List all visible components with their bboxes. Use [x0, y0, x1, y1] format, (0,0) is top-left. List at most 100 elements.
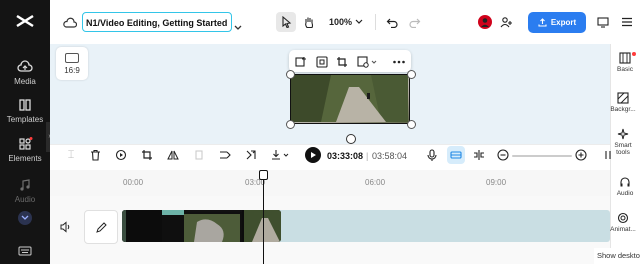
background-icon: [617, 92, 629, 104]
resize-handle[interactable]: [407, 120, 416, 129]
hand-tool-button[interactable]: [299, 12, 319, 32]
sidebar-item-label: Templates: [6, 115, 44, 124]
sidebar-item-elements[interactable]: Elements: [0, 137, 50, 163]
aspect-ratio-button[interactable]: 16:9: [56, 47, 88, 80]
clip-floating-toolbar: [289, 50, 411, 72]
fit-timeline-icon[interactable]: [601, 148, 615, 162]
undo-button[interactable]: [384, 13, 400, 31]
title-dropdown-chevron-icon[interactable]: [234, 18, 242, 30]
background-remove-icon[interactable]: [357, 55, 379, 68]
crop-icon[interactable]: [336, 55, 348, 67]
cursor-arrow-icon: [281, 16, 291, 28]
zoom-out-icon[interactable]: [496, 148, 510, 162]
divider: [375, 14, 376, 30]
panel-tab-audio[interactable]: Audio: [608, 176, 640, 197]
sidebar-item-audio[interactable]: Audio: [0, 178, 50, 204]
total-duration: 03:58:04: [372, 151, 408, 161]
aspect-ratio-icon: [65, 53, 79, 63]
rotate-handle[interactable]: [346, 134, 356, 144]
magnet-snap-button[interactable]: [447, 146, 465, 164]
sidebar-item-label: Elements: [8, 154, 42, 163]
video-preview-frame[interactable]: [290, 74, 410, 124]
templates-icon: [19, 99, 31, 111]
project-title-field[interactable]: N1/Video Editing, Getting Started: [82, 12, 232, 32]
cloud-sync-icon[interactable]: [63, 16, 78, 28]
select-tool-button[interactable]: [276, 12, 296, 32]
replace-icon[interactable]: [295, 55, 307, 67]
crop-icon[interactable]: [140, 148, 154, 162]
fit-icon[interactable]: [316, 55, 328, 68]
export-button[interactable]: Export: [528, 12, 586, 33]
current-time: 03:33:08: [327, 151, 364, 161]
sidebar-item-media[interactable]: Media: [0, 60, 50, 86]
edit-cover-button[interactable]: [84, 210, 118, 244]
panel-tab-label: Smart tools: [614, 142, 632, 156]
ruler-tick-label: 06:00: [365, 178, 386, 187]
menu-icon: [622, 17, 632, 27]
left-sidebar: Media Templates Elements Audio ›: [0, 0, 53, 264]
forest-path-thumbnail: [291, 75, 408, 122]
magnet-icon: [450, 151, 462, 159]
more-tools-button[interactable]: [18, 211, 32, 225]
time-separator: |: [366, 151, 369, 161]
zoom-dropdown[interactable]: 100%: [328, 12, 364, 32]
track-audio-toggle-icon[interactable]: [60, 220, 72, 233]
speed-icon[interactable]: [114, 148, 128, 162]
undo-icon: [386, 18, 398, 28]
transition-icon[interactable]: [218, 148, 232, 162]
zoom-in-icon[interactable]: [574, 148, 588, 162]
sidebar-item-templates[interactable]: Templates: [0, 98, 50, 124]
animation-icon: [617, 212, 629, 224]
notification-dot: [632, 52, 636, 56]
sidebar-item-label: Media: [14, 77, 36, 86]
reverse-icon[interactable]: [244, 148, 258, 162]
zoom-slider-track[interactable]: [512, 155, 572, 157]
freeze-icon[interactable]: [192, 148, 206, 162]
redo-button[interactable]: [407, 13, 423, 31]
resize-handle[interactable]: [286, 120, 295, 129]
panel-tab-label: Animat...: [610, 226, 636, 233]
panel-tab-label: Backgr...: [610, 106, 636, 113]
clip-thumbnails: [122, 210, 281, 242]
present-button[interactable]: [596, 13, 610, 31]
split-screen-icon[interactable]: [472, 148, 486, 162]
sidebar-item-label: Audio: [14, 195, 36, 204]
aspect-ratio-label: 16:9: [64, 66, 80, 75]
add-collaborator-button[interactable]: [498, 13, 514, 31]
microphone-icon[interactable]: [425, 148, 439, 162]
hand-icon: [305, 17, 314, 28]
playhead[interactable]: [263, 172, 264, 264]
panel-tab-animation[interactable]: Animat...: [606, 212, 640, 233]
music-note-icon: [20, 179, 30, 191]
menu-button[interactable]: [620, 13, 634, 31]
keyboard-icon[interactable]: [18, 243, 32, 256]
download-dropdown[interactable]: [270, 148, 292, 162]
chevron-down-icon: [355, 19, 363, 24]
resize-handle[interactable]: [286, 70, 295, 79]
resize-handle[interactable]: [407, 70, 416, 79]
monitor-icon: [597, 16, 609, 28]
playhead-grip[interactable]: [259, 170, 268, 180]
zoom-level: 100%: [328, 17, 353, 27]
audio-icon: [620, 177, 630, 187]
delete-icon[interactable]: [88, 148, 102, 162]
capcut-logo[interactable]: [14, 12, 36, 30]
flip-icon[interactable]: [166, 148, 180, 162]
redo-icon: [409, 18, 421, 28]
split-icon[interactable]: ⌶: [64, 148, 78, 162]
avatar[interactable]: [478, 15, 492, 29]
ruler-tick-label: 09:00: [486, 178, 507, 187]
more-options-icon[interactable]: [392, 55, 406, 67]
add-user-icon: [500, 17, 512, 28]
ruler-tick-label: 00:00: [123, 178, 144, 187]
video-clip[interactable]: [122, 210, 281, 242]
upload-icon: [538, 18, 547, 27]
sparkle-icon: [617, 128, 629, 140]
panel-tab-label: Audio: [616, 190, 634, 197]
play-icon: [311, 152, 316, 158]
panel-tab-background[interactable]: Backgr...: [606, 92, 640, 113]
tooltip: Show deskto: [594, 248, 640, 264]
elements-icon: [19, 137, 33, 150]
play-button[interactable]: [305, 147, 321, 163]
film-icon: [619, 52, 631, 64]
